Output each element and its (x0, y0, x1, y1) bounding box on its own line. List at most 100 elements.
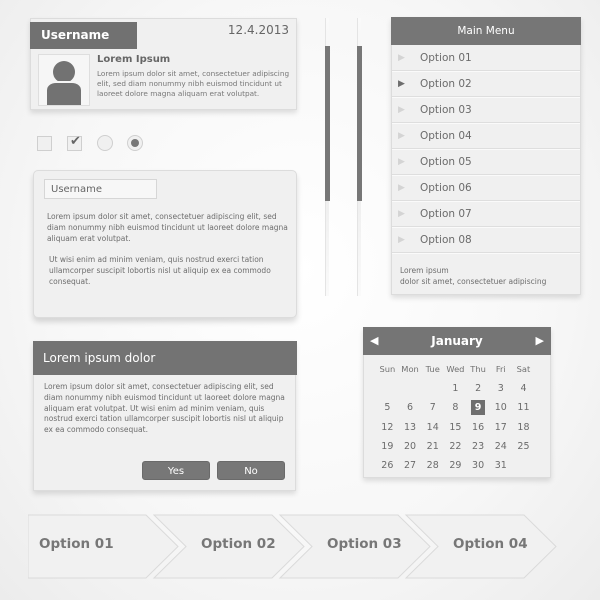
menu-item-3[interactable]: ▶ Option 03 (392, 97, 580, 123)
menu-title: Main Menu (391, 17, 581, 45)
scrollbar-thumb-1[interactable] (325, 45, 330, 202)
menu-item-4[interactable]: ▶ Option 04 (392, 123, 580, 149)
yes-button[interactable]: Yes (142, 461, 210, 480)
arrow-right-icon: ▶ (398, 131, 405, 141)
arrow-right-icon: ▶ (398, 157, 405, 167)
avatar[interactable] (38, 54, 90, 106)
menu-item-label: Option 07 (420, 208, 472, 220)
menu-item-1[interactable]: ▶ Option 01 (392, 45, 580, 71)
profile-name: Lorem Ipsum (97, 54, 171, 65)
day-number: 14 (426, 421, 439, 433)
calendar-empty-cell (512, 457, 535, 476)
calendar-day[interactable]: 30 (467, 457, 490, 476)
day-number: 15 (449, 421, 462, 433)
day-number: 7 (429, 402, 436, 414)
checkbox-checked[interactable]: ✔ (67, 134, 82, 151)
menu-item-8[interactable]: ▶ Option 08 (392, 227, 580, 253)
breadcrumb-label-3[interactable]: Option 03 (327, 536, 402, 552)
week-row: 19 20 21 22 23 24 25 (376, 438, 542, 457)
prev-month-icon[interactable]: ◀ (370, 327, 378, 355)
scrollbar-track-1[interactable] (325, 18, 330, 296)
menu-footer-line-1: Lorem ipsum (400, 266, 449, 275)
day-number: 9 (471, 400, 486, 416)
card-paragraph-2: Ut wisi enim ad minim veniam, quis nostr… (49, 255, 271, 286)
calendar-day[interactable]: 13 (399, 419, 422, 438)
calendar-day[interactable]: 3 (489, 380, 512, 399)
calendar-day[interactable]: 20 (399, 438, 422, 457)
menu-item-label: Option 02 (420, 78, 472, 90)
no-button[interactable]: No (217, 461, 285, 480)
menu-item-6[interactable]: ▶ Option 06 (392, 175, 580, 201)
day-number: 30 (472, 459, 485, 471)
calendar-day-selected[interactable]: 9 (467, 399, 490, 418)
calendar-day[interactable]: 2 (467, 380, 490, 399)
day-number: 22 (449, 440, 462, 452)
calendar-day[interactable]: 4 (512, 380, 535, 399)
arrow-right-icon: ▶ (398, 79, 405, 89)
calendar-day[interactable]: 18 (512, 419, 535, 438)
day-number: 6 (407, 402, 414, 414)
day-number: 16 (472, 421, 485, 433)
day-number: 17 (494, 421, 507, 433)
breadcrumb-label-4[interactable]: Option 04 (453, 536, 528, 552)
menu-item-7[interactable]: ▶ Option 07 (392, 201, 580, 227)
menu-item-label: Option 06 (420, 182, 472, 194)
calendar-day[interactable]: 6 (399, 399, 422, 418)
calendar-day[interactable]: 19 (376, 438, 399, 457)
breadcrumb-label-2[interactable]: Option 02 (201, 536, 276, 552)
arrow-right-icon: ▶ (398, 105, 405, 115)
day-number: 8 (452, 402, 459, 414)
calendar-day[interactable]: 7 (421, 399, 444, 418)
day-number: 21 (426, 440, 439, 452)
week-row: 26 27 28 29 30 31 (376, 457, 542, 476)
menu-item-5[interactable]: ▶ Option 05 (392, 149, 580, 175)
calendar-day[interactable]: 5 (376, 399, 399, 418)
calendar-grid: Sun Mon Tue Wed Thu Fri Sat 1 2 3 4 5 6 7 8 9 10 11 12 13 14… (376, 361, 542, 476)
radio-selected[interactable] (127, 135, 143, 151)
calendar-empty-cell (399, 380, 422, 399)
menu-item-label: Option 05 (420, 156, 472, 168)
day-number: 10 (494, 402, 507, 414)
calendar-day[interactable]: 12 (376, 419, 399, 438)
day-number: 26 (381, 459, 394, 471)
calendar-day[interactable]: 10 (489, 399, 512, 418)
calendar-day[interactable]: 23 (467, 438, 490, 457)
calendar-day[interactable]: 8 (444, 399, 467, 418)
calendar-day[interactable]: 26 (376, 457, 399, 476)
user-icon-body (47, 81, 81, 105)
day-number: 28 (426, 459, 439, 471)
next-month-icon[interactable]: ▶ (536, 327, 544, 355)
confirm-dialog: Lorem ipsum dolor Lorem ipsum dolor sit … (33, 341, 297, 491)
profile-card: Username 12.4.2013 Lorem Ipsum Lorem ips… (30, 18, 297, 110)
breadcrumb-label-1[interactable]: Option 01 (39, 536, 114, 552)
calendar-day[interactable]: 16 (467, 419, 490, 438)
calendar-empty-cell (421, 380, 444, 399)
calendar-day[interactable]: 22 (444, 438, 467, 457)
calendar-day[interactable]: 15 (444, 419, 467, 438)
calendar-day[interactable]: 24 (489, 438, 512, 457)
calendar-day[interactable]: 17 (489, 419, 512, 438)
arrow-right-icon: ▶ (398, 183, 405, 193)
calendar-day[interactable]: 21 (421, 438, 444, 457)
calendar-day[interactable]: 11 (512, 399, 535, 418)
scrollbar-thumb-2[interactable] (357, 45, 362, 202)
menu-item-label: Option 01 (420, 52, 472, 64)
radio-dot-icon (131, 139, 139, 147)
week-row: 1 2 3 4 (376, 380, 542, 399)
day-number: 11 (517, 402, 530, 414)
calendar-day[interactable]: 14 (421, 419, 444, 438)
calendar-header: ◀ January ▶ (363, 327, 551, 355)
weekday-label: Sun (379, 364, 396, 374)
calendar-day[interactable]: 29 (444, 457, 467, 476)
calendar-day[interactable]: 31 (489, 457, 512, 476)
calendar-day[interactable]: 25 (512, 438, 535, 457)
username-input[interactable] (44, 179, 157, 199)
checkbox-unchecked[interactable] (37, 136, 52, 151)
scrollbar-track-2[interactable] (357, 18, 362, 296)
calendar-day[interactable]: 1 (444, 380, 467, 399)
calendar-day[interactable]: 27 (399, 457, 422, 476)
weekday-label: Thu (470, 364, 486, 374)
calendar-day[interactable]: 28 (421, 457, 444, 476)
menu-item-2[interactable]: ▶ Option 02 (392, 71, 580, 97)
radio-unselected[interactable] (97, 135, 113, 151)
